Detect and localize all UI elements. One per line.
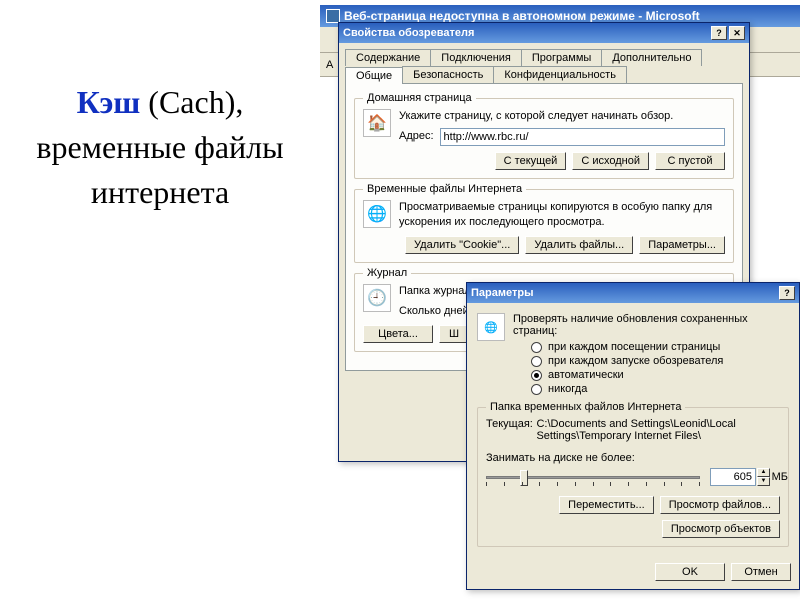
radio-auto[interactable]: автоматически bbox=[531, 369, 789, 381]
group-temp-folder: Папка временных файлов Интернета Текущая… bbox=[477, 407, 789, 547]
home-desc: Укажите страницу, с которой следует начи… bbox=[399, 109, 725, 124]
tab-advanced[interactable]: Дополнительно bbox=[601, 49, 702, 66]
current-folder-path: C:\Documents and Settings\Leonid\Local S… bbox=[536, 418, 780, 442]
io-titlebar[interactable]: Свойства обозревателя ? ✕ bbox=[339, 23, 749, 43]
disk-usage-slider[interactable]: 605 ▲▼ МБ bbox=[486, 468, 780, 486]
cancel-button[interactable]: Отмен bbox=[731, 563, 791, 581]
disk-usage-spinner[interactable]: ▲▼ bbox=[757, 468, 770, 486]
disk-usage-unit: МБ bbox=[772, 471, 788, 483]
temp-settings-button[interactable]: Параметры... bbox=[639, 236, 725, 254]
tab-general[interactable]: Общие bbox=[345, 67, 403, 84]
radio-never[interactable]: никогда bbox=[531, 383, 789, 395]
tab-security[interactable]: Безопасность bbox=[402, 66, 494, 83]
view-objects-button[interactable]: Просмотр объектов bbox=[662, 520, 780, 538]
disk-usage-value[interactable]: 605 bbox=[710, 468, 756, 486]
delete-files-button[interactable]: Удалить файлы... bbox=[525, 236, 633, 254]
radio-every-start[interactable]: при каждом запуске обозревателя bbox=[531, 355, 789, 367]
group-homepage-legend: Домашняя страница bbox=[363, 92, 476, 104]
help-button[interactable]: ? bbox=[711, 26, 727, 40]
settings-titlebar[interactable]: Параметры ? bbox=[467, 283, 799, 303]
radio-never-input[interactable] bbox=[531, 384, 542, 395]
slide-text: Кэш (Cach), временные файлы интернета bbox=[0, 80, 320, 214]
move-folder-button[interactable]: Переместить... bbox=[559, 496, 654, 514]
close-button[interactable]: ✕ bbox=[729, 26, 745, 40]
settings-title: Параметры bbox=[471, 287, 533, 299]
group-tempfiles-legend: Временные файлы Интернета bbox=[363, 183, 526, 195]
radio-auto-input[interactable] bbox=[531, 370, 542, 381]
tab-privacy[interactable]: Конфиденциальность bbox=[493, 66, 627, 83]
ie-addr-label: А bbox=[326, 59, 333, 71]
io-tabstrip-row2: Общие Безопасность Конфиденциальность bbox=[339, 66, 749, 83]
io-tabstrip-row1: Содержание Подключения Программы Дополни… bbox=[339, 43, 749, 66]
home-addr-input[interactable]: http://www.rbc.ru/ bbox=[440, 128, 725, 146]
group-history-legend: Журнал bbox=[363, 267, 411, 279]
disk-usage-label: Занимать на диске не более: bbox=[486, 452, 780, 464]
slider-track-line bbox=[486, 476, 700, 479]
io-title: Свойства обозревателя bbox=[343, 27, 474, 39]
radio-every-visit-input[interactable] bbox=[531, 342, 542, 353]
ie-title: Веб-страница недоступна в автономном реж… bbox=[344, 9, 700, 23]
radio-every-visit[interactable]: при каждом посещении страницы bbox=[531, 341, 789, 353]
home-icon: 🏠 bbox=[363, 109, 391, 137]
fonts-button[interactable]: Ш bbox=[439, 325, 469, 343]
history-icon: 🕘 bbox=[363, 284, 391, 312]
settings-help-button[interactable]: ? bbox=[779, 286, 795, 300]
radio-every-start-input[interactable] bbox=[531, 356, 542, 367]
ok-button[interactable]: OK bbox=[655, 563, 725, 581]
current-folder-label: Текущая: bbox=[486, 418, 536, 442]
settings-dialog-buttons: OK Отмен bbox=[467, 557, 799, 587]
slide-keyword: Кэш bbox=[77, 84, 141, 120]
colors-button[interactable]: Цвета... bbox=[363, 325, 433, 343]
ie-cache-icon: 🌐 bbox=[363, 200, 391, 228]
tab-content[interactable]: Содержание bbox=[345, 49, 431, 66]
home-addr-label: Адрес: bbox=[399, 129, 434, 144]
settings-dialog: Параметры ? 🌐 Проверять наличие обновлен… bbox=[466, 282, 800, 590]
group-temp-folder-legend: Папка временных файлов Интернета bbox=[486, 401, 685, 413]
group-tempfiles: Временные файлы Интернета 🌐 Просматривае… bbox=[354, 189, 734, 263]
home-use-blank-button[interactable]: С пустой bbox=[655, 152, 725, 170]
check-newer-label: Проверять наличие обновления сохраненных… bbox=[513, 313, 789, 337]
group-homepage: Домашняя страница 🏠 Укажите страницу, с … bbox=[354, 98, 734, 179]
slider-ticks bbox=[486, 482, 700, 486]
settings-ie-icon: 🌐 bbox=[477, 313, 505, 341]
temp-desc: Просматриваемые страницы копируются в ос… bbox=[399, 200, 725, 230]
home-use-current-button[interactable]: С текущей bbox=[495, 152, 567, 170]
slide-rest: (Cach), временные файлы интернета bbox=[36, 84, 283, 210]
ie-icon bbox=[326, 9, 340, 23]
home-use-default-button[interactable]: С исходной bbox=[572, 152, 649, 170]
tab-connections[interactable]: Подключения bbox=[430, 49, 522, 66]
tab-programs[interactable]: Программы bbox=[521, 49, 602, 66]
delete-cookies-button[interactable]: Удалить "Cookie"... bbox=[405, 236, 519, 254]
view-files-button[interactable]: Просмотр файлов... bbox=[660, 496, 780, 514]
